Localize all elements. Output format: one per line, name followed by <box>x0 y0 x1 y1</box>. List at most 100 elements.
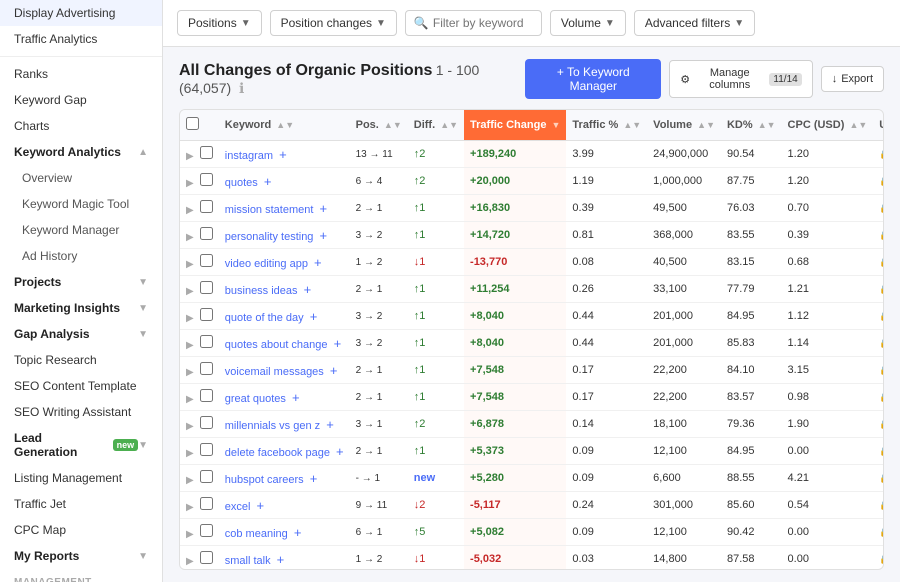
sidebar-item-topic-research[interactable]: Topic Research <box>0 347 162 373</box>
expand-icon[interactable]: ▶ <box>186 340 194 351</box>
sidebar-item-seo-content-template[interactable]: SEO Content Template <box>0 373 162 399</box>
keyword-link[interactable]: business ideas <box>225 285 298 297</box>
keyword-search-input[interactable] <box>433 16 533 30</box>
add-keyword-icon[interactable]: + <box>314 255 322 270</box>
add-keyword-icon[interactable]: + <box>334 336 342 351</box>
position-changes-filter[interactable]: Position changes ▼ <box>270 10 397 36</box>
keyword-manager-button[interactable]: + To Keyword Manager <box>525 59 661 99</box>
row-checkbox[interactable] <box>200 308 213 321</box>
col-pos[interactable]: Pos. ▲▼ <box>350 110 408 141</box>
row-checkbox[interactable] <box>200 335 213 348</box>
positions-filter[interactable]: Positions ▼ <box>177 10 262 36</box>
row-expand[interactable]: ▶ <box>180 303 219 330</box>
expand-icon[interactable]: ▶ <box>186 205 194 216</box>
expand-icon[interactable]: ▶ <box>186 475 194 486</box>
add-keyword-icon[interactable]: + <box>319 201 327 216</box>
add-keyword-icon[interactable]: + <box>320 228 328 243</box>
expand-icon[interactable]: ▶ <box>186 556 194 567</box>
row-checkbox[interactable] <box>200 389 213 402</box>
sidebar-item-gap-analysis[interactable]: Gap Analysis ▼ <box>0 321 162 347</box>
add-keyword-icon[interactable]: + <box>336 444 344 459</box>
sidebar-item-projects[interactable]: Projects ▼ <box>0 269 162 295</box>
keyword-link[interactable]: voicemail messages <box>225 366 324 378</box>
row-checkbox[interactable] <box>200 254 213 267</box>
keyword-search-filter[interactable]: 🔍 <box>405 10 542 36</box>
col-diff[interactable]: Diff. ▲▼ <box>408 110 464 141</box>
row-expand[interactable]: ▶ <box>180 492 219 519</box>
add-keyword-icon[interactable]: + <box>310 309 318 324</box>
add-keyword-icon[interactable]: + <box>264 174 272 189</box>
expand-icon[interactable]: ▶ <box>186 448 194 459</box>
row-expand[interactable]: ▶ <box>180 168 219 195</box>
row-checkbox[interactable] <box>200 551 213 564</box>
keyword-link[interactable]: hubspot careers <box>225 474 304 486</box>
row-expand[interactable]: ▶ <box>180 465 219 492</box>
add-keyword-icon[interactable]: + <box>292 390 300 405</box>
sidebar-item-keyword-gap[interactable]: Keyword Gap <box>0 87 162 113</box>
sidebar-item-overview[interactable]: Overview <box>0 165 162 191</box>
keyword-link[interactable]: instagram <box>225 150 273 162</box>
row-checkbox[interactable] <box>200 443 213 456</box>
row-expand[interactable]: ▶ <box>180 222 219 249</box>
expand-icon[interactable]: ▶ <box>186 529 194 540</box>
row-checkbox[interactable] <box>200 146 213 159</box>
keyword-link[interactable]: quotes <box>225 177 258 189</box>
row-checkbox[interactable] <box>200 362 213 375</box>
col-traffic-change[interactable]: Traffic Change ▼ <box>464 110 566 141</box>
expand-icon[interactable]: ▶ <box>186 178 194 189</box>
add-keyword-icon[interactable]: + <box>326 417 334 432</box>
keyword-link[interactable]: great quotes <box>225 393 286 405</box>
row-checkbox[interactable] <box>200 497 213 510</box>
row-checkbox[interactable] <box>200 281 213 294</box>
row-expand[interactable]: ▶ <box>180 357 219 384</box>
keyword-link[interactable]: personality testing <box>225 231 314 243</box>
add-keyword-icon[interactable]: + <box>277 552 285 567</box>
row-expand[interactable]: ▶ <box>180 249 219 276</box>
sidebar-item-traffic-jet[interactable]: Traffic Jet <box>0 491 162 517</box>
sidebar-item-cpc-map[interactable]: CPC Map <box>0 517 162 543</box>
expand-icon[interactable]: ▶ <box>186 394 194 405</box>
col-keyword[interactable]: Keyword ▲▼ <box>219 110 350 141</box>
sidebar-item-traffic-analytics[interactable]: Traffic Analytics <box>0 26 162 52</box>
row-expand[interactable]: ▶ <box>180 546 219 571</box>
expand-icon[interactable]: ▶ <box>186 421 194 432</box>
select-all-checkbox[interactable] <box>186 117 199 130</box>
expand-icon[interactable]: ▶ <box>186 151 194 162</box>
expand-icon[interactable]: ▶ <box>186 259 194 270</box>
row-checkbox[interactable] <box>200 470 213 483</box>
row-expand[interactable]: ▶ <box>180 195 219 222</box>
col-volume[interactable]: Volume ▲▼ <box>647 110 721 141</box>
keyword-link[interactable]: mission statement <box>225 204 314 216</box>
expand-icon[interactable]: ▶ <box>186 286 194 297</box>
sidebar-item-ad-history[interactable]: Ad History <box>0 243 162 269</box>
row-expand[interactable]: ▶ <box>180 411 219 438</box>
export-button[interactable]: ↓ Export <box>821 66 884 92</box>
sidebar-item-seo-writing-assistant[interactable]: SEO Writing Assistant <box>0 399 162 425</box>
row-checkbox[interactable] <box>200 227 213 240</box>
row-checkbox[interactable] <box>200 524 213 537</box>
keyword-link[interactable]: excel <box>225 501 251 513</box>
add-keyword-icon[interactable]: + <box>304 282 312 297</box>
row-expand[interactable]: ▶ <box>180 438 219 465</box>
row-expand[interactable]: ▶ <box>180 519 219 546</box>
row-checkbox[interactable] <box>200 200 213 213</box>
col-url[interactable]: URL ▲▼ <box>873 110 884 141</box>
col-cpc[interactable]: CPC (USD) ▲▼ <box>782 110 874 141</box>
row-checkbox[interactable] <box>200 173 213 186</box>
add-keyword-icon[interactable]: + <box>330 363 338 378</box>
col-kd[interactable]: KD% ▲▼ <box>721 110 782 141</box>
expand-icon[interactable]: ▶ <box>186 313 194 324</box>
row-expand[interactable]: ▶ <box>180 384 219 411</box>
manage-columns-button[interactable]: ⚙ Manage columns 11/14 <box>669 60 812 98</box>
advanced-filters-button[interactable]: Advanced filters ▼ <box>634 10 755 36</box>
expand-icon[interactable]: ▶ <box>186 367 194 378</box>
keyword-link[interactable]: cob meaning <box>225 528 288 540</box>
keyword-link[interactable]: video editing app <box>225 258 308 270</box>
row-expand[interactable]: ▶ <box>180 276 219 303</box>
volume-filter[interactable]: Volume ▼ <box>550 10 626 36</box>
row-checkbox[interactable] <box>200 416 213 429</box>
keyword-link[interactable]: small talk <box>225 555 271 567</box>
add-keyword-icon[interactable]: + <box>294 525 302 540</box>
expand-icon[interactable]: ▶ <box>186 232 194 243</box>
add-keyword-icon[interactable]: + <box>310 471 318 486</box>
